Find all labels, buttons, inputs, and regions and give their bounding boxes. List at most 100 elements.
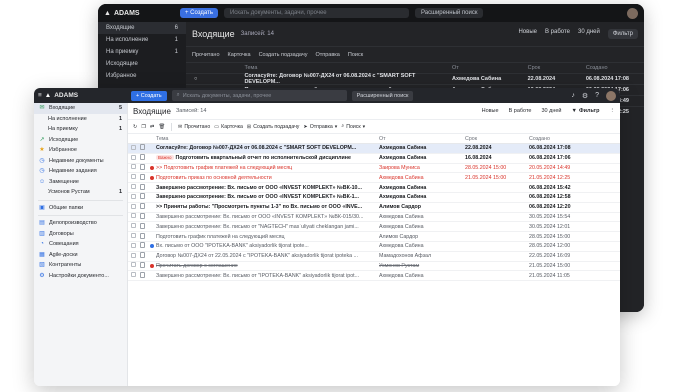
col-due[interactable]: Срок	[465, 136, 529, 142]
table-row[interactable]: Завершено рассмотрение: Вх. письмо от ОО…	[128, 193, 620, 203]
checkbox[interactable]	[130, 193, 136, 199]
back-sidebar-item[interactable]: На приемку 1	[98, 46, 186, 58]
table-row[interactable]: Завершено рассмотрение: Вх. письмо от "N…	[128, 222, 620, 233]
sidebar-item[interactable]: ⚙ Настройки документо...	[34, 271, 127, 282]
checkbox[interactable]	[130, 272, 136, 278]
table-row[interactable]: Завершено рассмотрение: Вх. письмо от ОО…	[128, 212, 620, 223]
copy-button[interactable]: ❐	[141, 124, 146, 130]
row-checkbox-cell[interactable]	[128, 223, 138, 230]
row-checkbox-cell[interactable]	[128, 154, 138, 162]
menu-icon[interactable]: ≡	[38, 92, 42, 99]
back-toolbar-button[interactable]: Поиск	[348, 52, 363, 58]
row-checkbox-cell[interactable]	[128, 203, 138, 211]
send-button[interactable]: ➤ Отправка ▾	[303, 124, 337, 130]
sidebar-item[interactable]: ✉ Входящие 5	[34, 103, 127, 114]
table-row[interactable]: Договор №007-ДХ24 от 22.05.2024 с "IPOTE…	[128, 252, 620, 262]
sidebar-item[interactable]: ▥ Договоры	[34, 229, 127, 240]
advanced-search-button[interactable]: Расширенный поиск	[351, 90, 414, 101]
back-toolbar-button[interactable]: Создать подзадачу	[259, 52, 308, 58]
find-button[interactable]: ⌕ Поиск ▾	[341, 123, 365, 130]
sidebar-item[interactable]: ▧ Контрагенты	[34, 260, 127, 271]
checkbox[interactable]	[130, 164, 136, 170]
checkbox[interactable]	[130, 154, 136, 160]
row-checkbox-cell[interactable]	[128, 213, 138, 220]
sidebar-item[interactable]: Усмонов Рустам 1	[34, 187, 127, 198]
back-toolbar-button[interactable]: Карточка	[228, 52, 251, 58]
checkbox[interactable]	[130, 184, 136, 190]
filter-in-work[interactable]: В работе	[509, 108, 532, 114]
sidebar-item[interactable]: ▤ Делопроизводство	[34, 218, 127, 229]
subtask-button[interactable]: ⊞ Создать подзадачу	[247, 124, 299, 130]
table-row[interactable]: Завершено рассмотрение: Вх. письмо от "I…	[128, 271, 620, 282]
refresh-button[interactable]: ↻	[133, 124, 137, 130]
help-icon[interactable]: ?	[595, 92, 599, 99]
checkbox[interactable]	[130, 174, 136, 180]
back-toolbar-button[interactable]: Прочитано	[192, 52, 220, 58]
table-row[interactable]: >> Приняты работы: "Просмотреть пункты 1…	[128, 203, 620, 213]
row-checkbox-cell[interactable]	[128, 174, 138, 181]
back-search-input[interactable]: Искать документы, задачи, прочее	[223, 8, 409, 18]
sidebar-item[interactable]: На исполнение 1	[34, 114, 127, 125]
filter-button[interactable]: ▼ Фильтр	[572, 108, 600, 114]
back-advanced-search-button[interactable]: Расширенный поиск	[414, 8, 484, 18]
back-filter-days[interactable]: 30 дней	[578, 29, 600, 39]
create-button[interactable]: + Создать	[131, 90, 167, 101]
avatar[interactable]	[606, 90, 616, 101]
back-col-from[interactable]: От	[452, 65, 528, 71]
table-row[interactable]: Завершено рассмотрение: Вх. письмо от ОО…	[128, 183, 620, 193]
bell-icon[interactable]: ♪	[571, 92, 575, 99]
back-avatar[interactable]	[627, 7, 638, 19]
back-col-due[interactable]: Срок	[528, 65, 586, 71]
col-created[interactable]: Создано	[529, 136, 595, 142]
row-checkbox-cell[interactable]	[128, 242, 138, 250]
table-row[interactable]: Подготовить график платежей на следующий…	[128, 232, 620, 242]
back-filter-button[interactable]: Фильтр	[607, 29, 638, 39]
table-row[interactable]: Подготовить приказ по основной деятельно…	[128, 173, 620, 184]
row-checkbox-cell[interactable]	[128, 233, 138, 240]
row-checkbox-cell[interactable]	[128, 262, 138, 269]
back-sidebar-item[interactable]: Исходящие	[98, 58, 186, 70]
sidebar-item[interactable]: ◷ Недавние документы	[34, 156, 127, 167]
table-row[interactable]: Прочитать договор с соглашение Усмонов Ру…	[128, 261, 620, 272]
row-checkbox-cell[interactable]	[128, 184, 138, 191]
table-row[interactable]: >> Подготовить график платежей на следую…	[128, 163, 620, 174]
table-row[interactable]: Согласуйте: Договор №007-ДХ24 от 06.08.2…	[128, 144, 620, 154]
sidebar-item[interactable]: ↗ Исходящие	[34, 135, 127, 146]
sidebar-item[interactable]: ▣ Общие папки	[34, 203, 127, 214]
filter-new[interactable]: Новые	[482, 108, 499, 114]
back-create-button[interactable]: + Создать	[180, 8, 218, 18]
gear-icon[interactable]: ⚙	[582, 92, 588, 100]
sidebar-item[interactable]: ◷ Недавние задания	[34, 166, 127, 177]
back-sidebar-item[interactable]: Избранное	[98, 70, 186, 82]
checkbox[interactable]	[130, 223, 136, 229]
back-sidebar-item[interactable]: Входящие 6	[98, 22, 186, 34]
row-checkbox-cell[interactable]	[128, 272, 138, 279]
checkbox[interactable]	[130, 233, 136, 239]
checkbox[interactable]	[130, 213, 136, 219]
sidebar-item[interactable]: ▦ Agile-доски	[34, 250, 127, 261]
filter-days[interactable]: 30 дней	[541, 108, 561, 114]
row-checkbox-cell[interactable]	[128, 144, 138, 152]
read-button[interactable]: ✉ Прочитано	[178, 124, 210, 130]
checkbox[interactable]	[130, 203, 136, 209]
row-checkbox-cell[interactable]	[128, 164, 138, 171]
back-filter-new[interactable]: Новые	[518, 29, 537, 39]
back-toolbar-button[interactable]: Отправка	[315, 52, 339, 58]
back-col-subject[interactable]: Тема	[244, 65, 452, 71]
checkbox[interactable]	[130, 144, 136, 150]
col-subject[interactable]: Тема	[156, 136, 379, 142]
checkbox[interactable]	[130, 252, 136, 258]
sidebar-item[interactable]: На приемку 1	[34, 124, 127, 135]
col-from[interactable]: От	[379, 136, 465, 142]
checkbox[interactable]	[130, 242, 136, 248]
table-row[interactable]: Вх. письмо от ООО "IPOTEKA-BANK" aksiyad…	[128, 242, 620, 252]
sidebar-item[interactable]: ★ Избранное	[34, 145, 127, 156]
back-table-row[interactable]: ○ Согласуйте: Договор №007-ДХ24 от 06.08.…	[186, 73, 644, 85]
more-icon[interactable]: ⋮	[610, 108, 616, 114]
back-sidebar-item[interactable]: На исполнение 1	[98, 34, 186, 46]
sidebar-item[interactable]: ☺ Замещение	[34, 177, 127, 188]
search-input[interactable]: ⌕ Искать документы, задачи, прочее	[171, 90, 347, 101]
row-checkbox-cell[interactable]	[128, 252, 138, 260]
back-filter-in-work[interactable]: В работе	[545, 29, 570, 39]
card-button[interactable]: ▭ Карточка	[214, 124, 243, 130]
